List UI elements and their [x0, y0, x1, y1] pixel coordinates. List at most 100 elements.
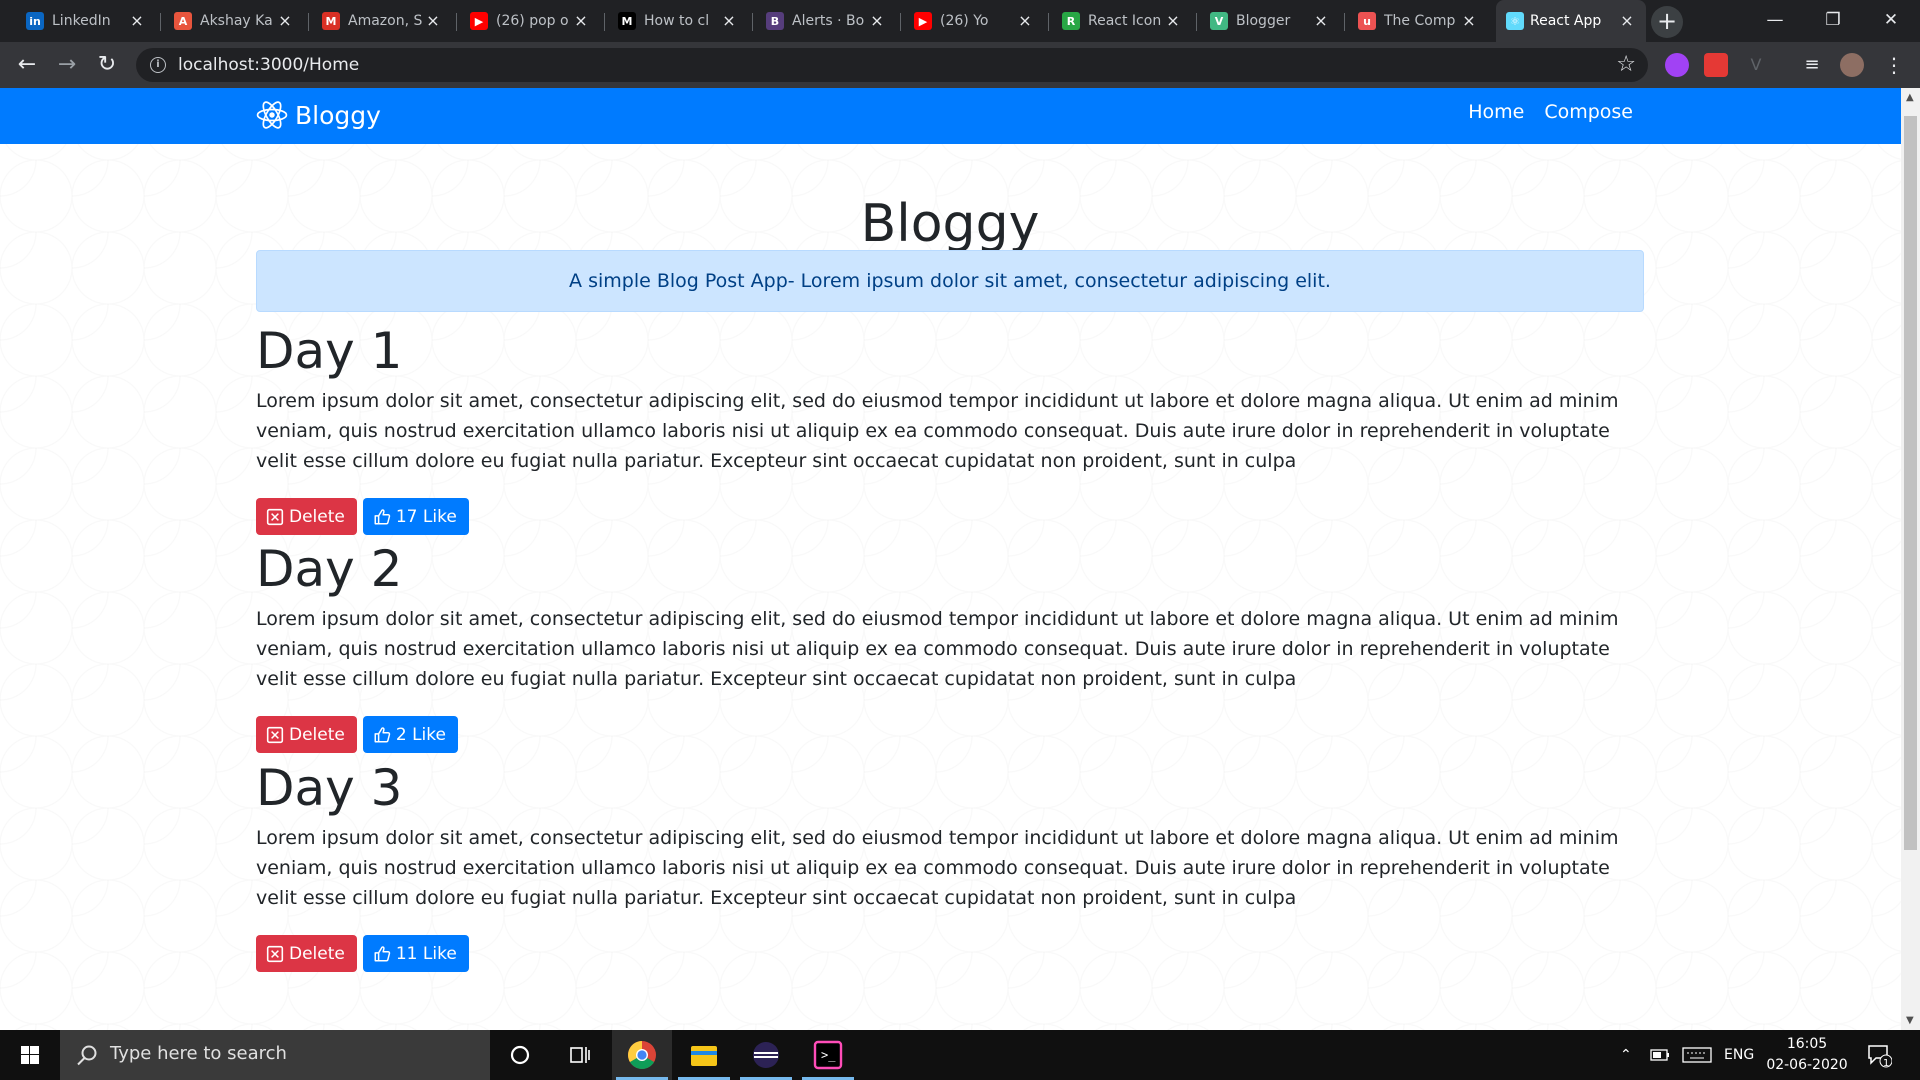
tab-title: (26) Yo	[940, 13, 989, 29]
scrollbar-thumb[interactable]	[1904, 116, 1917, 850]
tab-title: Amazon, S	[348, 13, 423, 29]
tab-close-icon[interactable]: ×	[868, 12, 886, 30]
tab-close-icon[interactable]: ×	[1460, 12, 1478, 30]
tab-close-icon[interactable]: ×	[1312, 12, 1330, 30]
tab-title: (26) pop o	[496, 13, 569, 29]
search-icon	[77, 1045, 97, 1066]
show-hidden-icons-icon[interactable]: ⌃	[1620, 1030, 1632, 1080]
browser-menu-icon[interactable]: ⋮	[1882, 53, 1906, 77]
tab-close-icon[interactable]: ×	[276, 12, 294, 30]
eclipse-icon[interactable]	[736, 1030, 796, 1080]
post-title: Day 1	[256, 322, 403, 380]
nav-link-home[interactable]: Home	[1468, 101, 1524, 123]
gmail-icon: M	[322, 12, 340, 30]
browser-tab[interactable]: V Blogger ×	[1210, 0, 1330, 42]
tab-title: Alerts · Bo	[792, 13, 865, 29]
cortana-icon[interactable]	[490, 1030, 550, 1080]
site-info-icon[interactable]: i	[150, 57, 166, 73]
browser-tab[interactable]: A Akshay Ka ×	[174, 0, 294, 42]
delete-button[interactable]: Delete	[256, 716, 357, 753]
browser-tab[interactable]: ▶ (26) Yo ×	[914, 0, 1034, 42]
tab-close-icon[interactable]: ×	[1618, 12, 1636, 30]
tab-title: Akshay Ka	[200, 13, 273, 29]
url-text[interactable]: localhost:3000/Home	[178, 55, 359, 75]
chrome-taskbar-icon[interactable]	[612, 1030, 672, 1080]
task-view-icon[interactable]	[550, 1030, 610, 1080]
battery-icon[interactable]	[1650, 1030, 1670, 1080]
post-title: Day 3	[256, 759, 403, 817]
extension-icon[interactable]	[1704, 53, 1728, 77]
language-indicator[interactable]: ENG	[1724, 1030, 1754, 1080]
delete-x-icon	[266, 945, 284, 963]
scroll-down-arrow-icon[interactable]: ▼	[1906, 1015, 1914, 1026]
thumbs-up-icon	[373, 945, 391, 963]
taskbar-search[interactable]: Type here to search	[60, 1030, 490, 1080]
like-label: 11 Like	[395, 943, 457, 964]
udemy-icon: u	[1358, 12, 1376, 30]
search-placeholder: Type here to search	[110, 1043, 287, 1064]
browser-tab[interactable]: in LinkedIn ×	[26, 0, 146, 42]
reload-button[interactable]: ↻	[94, 52, 120, 78]
browser-tab[interactable]: M Amazon, S ×	[322, 0, 442, 42]
tab-close-icon[interactable]: ×	[128, 12, 146, 30]
bootstrap-icon: B	[766, 12, 784, 30]
windows-logo-icon	[21, 1046, 39, 1064]
react-icon: ⚛	[1506, 12, 1524, 30]
delete-label: Delete	[289, 724, 345, 745]
close-window-button[interactable]: ✕	[1868, 0, 1914, 40]
svg-text:>_: >_	[821, 1048, 836, 1062]
post-body: Lorem ipsum dolor sit amet, consectetur …	[256, 390, 1619, 472]
clock-time: 16:05	[1786, 1036, 1828, 1052]
like-button[interactable]: 11 Like	[362, 935, 469, 972]
blog-post: Day 1 Lorem ipsum dolor sit amet, consect…	[256, 321, 1644, 535]
browser-tab[interactable]: u The Comp ×	[1358, 0, 1478, 42]
address-bar[interactable]: i localhost:3000/Home ☆	[136, 48, 1648, 82]
delete-x-icon	[266, 508, 284, 526]
like-button[interactable]: 2 Like	[362, 716, 458, 753]
tab-close-icon[interactable]: ×	[572, 12, 590, 30]
blog-post: Day 2 Lorem ipsum dolor sit amet, consect…	[256, 539, 1644, 753]
keyboard-icon[interactable]	[1682, 1030, 1712, 1080]
tab-close-icon[interactable]: ×	[1164, 12, 1182, 30]
extension-icon[interactable]	[1665, 53, 1689, 77]
vue-devtools-icon[interactable]: V	[1744, 53, 1768, 77]
terminal-icon[interactable]: >_	[798, 1030, 858, 1080]
post-title: Day 2	[256, 540, 403, 598]
thumbs-up-icon	[373, 726, 391, 744]
browser-tab[interactable]: M How to cl ×	[618, 0, 738, 42]
minimize-button[interactable]: —	[1752, 0, 1798, 40]
delete-button[interactable]: Delete	[256, 935, 357, 972]
taskbar-clock[interactable]: 16:05 02-06-2020	[1762, 1034, 1852, 1076]
page-scrollbar[interactable]: ▲ ▼	[1901, 88, 1920, 1030]
browser-toolbar: ← → ↻ i localhost:3000/Home ☆ V ≡ ⋮	[0, 42, 1920, 88]
tab-active[interactable]: ⚛ React App ×	[1496, 0, 1646, 42]
forward-button[interactable]: →	[54, 52, 80, 78]
tab-title: React App	[1530, 13, 1602, 29]
react-logo-icon	[256, 101, 288, 129]
notification-count: 1	[1883, 1058, 1890, 1069]
file-explorer-icon[interactable]	[674, 1030, 734, 1080]
post-body: Lorem ipsum dolor sit amet, consectetur …	[256, 608, 1619, 690]
delete-button[interactable]: Delete	[256, 498, 357, 535]
scroll-up-arrow-icon[interactable]: ▲	[1906, 92, 1914, 103]
nav-link-compose[interactable]: Compose	[1544, 101, 1633, 123]
youtube-icon: ▶	[470, 12, 488, 30]
browser-tab[interactable]: B Alerts · Bo ×	[766, 0, 886, 42]
start-button[interactable]	[0, 1030, 60, 1080]
bookmark-star-icon[interactable]: ☆	[1616, 52, 1636, 77]
back-button[interactable]: ←	[14, 52, 40, 78]
navbar-brand[interactable]: Bloggy	[255, 98, 381, 132]
browser-tab[interactable]: ▶ (26) pop o ×	[470, 0, 590, 42]
tab-close-icon[interactable]: ×	[1016, 12, 1034, 30]
like-button[interactable]: 17 Like	[362, 498, 469, 535]
notification-center-icon[interactable]: 1	[1866, 1030, 1892, 1080]
media-control-icon[interactable]: ≡	[1800, 53, 1824, 77]
restore-button[interactable]: ❐	[1810, 0, 1856, 40]
medium-icon: M	[618, 12, 636, 30]
profile-avatar[interactable]	[1840, 53, 1864, 77]
delete-label: Delete	[289, 506, 345, 527]
tab-close-icon[interactable]: ×	[424, 12, 442, 30]
browser-tab[interactable]: R React Icon ×	[1062, 0, 1182, 42]
tab-close-icon[interactable]: ×	[720, 12, 738, 30]
new-tab-button[interactable]: +	[1651, 6, 1683, 38]
